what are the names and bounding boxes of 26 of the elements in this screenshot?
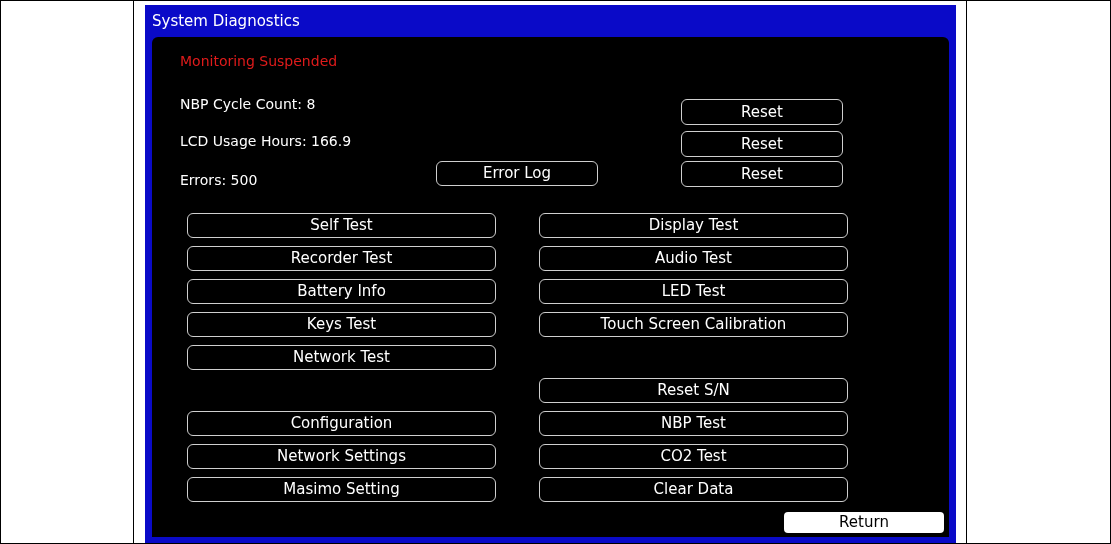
menu-button[interactable]: Display Test (539, 213, 848, 238)
status-text: Monitoring Suspended (180, 52, 339, 71)
menu-button[interactable]: Keys Test (187, 312, 496, 337)
menu-button[interactable]: NBP Test (539, 411, 848, 436)
reset-button[interactable]: Reset (681, 99, 843, 125)
menu-button[interactable]: CO2 Test (539, 444, 848, 469)
reset-button[interactable]: Reset (681, 131, 843, 157)
menu-button[interactable]: LED Test (539, 279, 848, 304)
menu-button[interactable]: Clear Data (539, 477, 848, 502)
menu-button[interactable]: Masimo Setting (187, 477, 496, 502)
counter-label: NBP Cycle Count: 8 (180, 95, 317, 113)
menu-button[interactable]: Network Settings (187, 444, 496, 469)
menu-button[interactable]: Touch Screen Calibration (539, 312, 848, 337)
reset-button[interactable]: Reset (681, 161, 843, 187)
menu-button[interactable]: Network Test (187, 345, 496, 370)
counter-label: LCD Usage Hours: 166.9 (180, 132, 353, 150)
menu-button[interactable]: Battery Info (187, 279, 496, 304)
menu-button[interactable]: Audio Test (539, 246, 848, 271)
menu-button[interactable]: Configuration (187, 411, 496, 436)
menu-button[interactable]: Recorder Test (187, 246, 496, 271)
window-title: System Diagnostics (151, 10, 301, 32)
menu-button[interactable]: Self Test (187, 213, 496, 238)
menu-button[interactable]: Reset S/N (539, 378, 848, 403)
error-log-button[interactable]: Error Log (436, 161, 598, 186)
counter-label: Errors: 500 (180, 171, 259, 189)
return-button[interactable]: Return (784, 512, 944, 533)
